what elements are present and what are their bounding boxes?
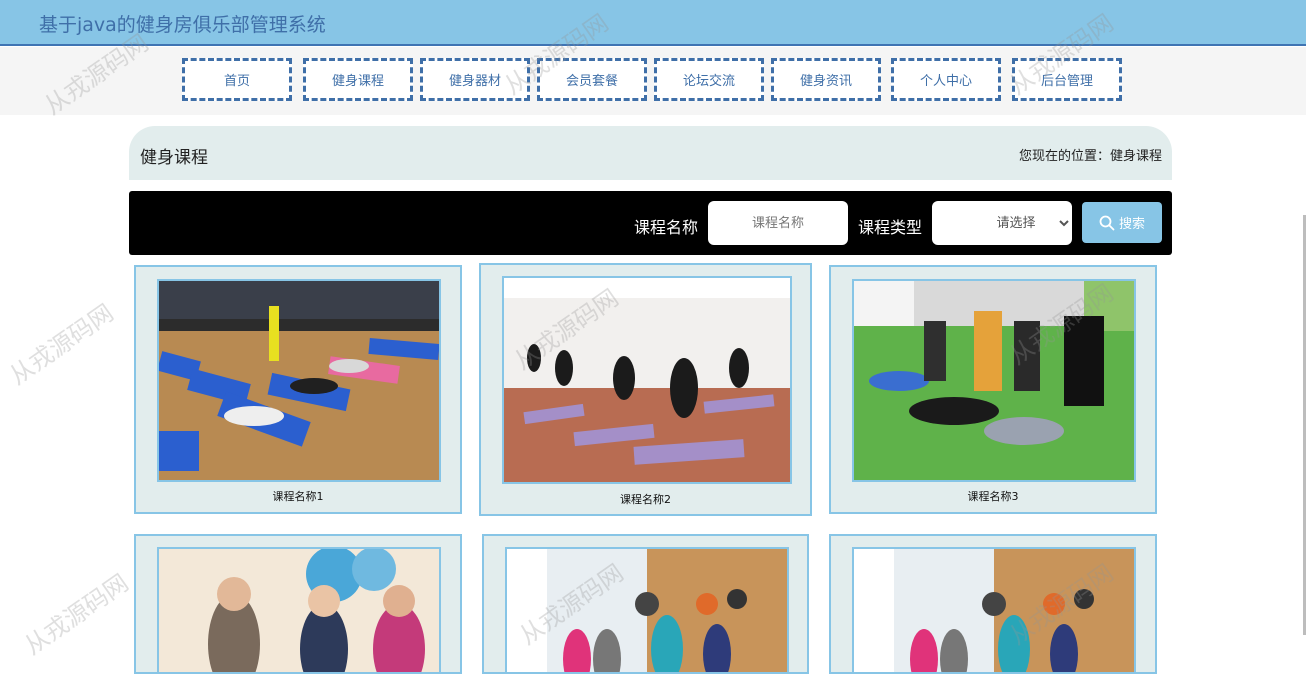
nav-item-equipment[interactable]: 健身器材 xyxy=(420,58,530,101)
app-title: 基于java的健身房俱乐部管理系统 xyxy=(39,14,326,36)
nav-item-courses[interactable]: 健身课程 xyxy=(303,58,413,101)
course-name-label: 课程名称 xyxy=(634,218,699,237)
course-photo-1 xyxy=(159,281,439,480)
course-card[interactable]: 课程名称2 xyxy=(479,263,812,516)
course-name[interactable]: 课程名称2 xyxy=(481,491,810,507)
nav-item-home[interactable]: 首页 xyxy=(182,58,292,101)
nav-item-news[interactable]: 健身资讯 xyxy=(771,58,881,101)
course-photo-6 xyxy=(854,549,1134,672)
course-name[interactable]: 课程名称3 xyxy=(831,488,1155,504)
course-type-label: 课程类型 xyxy=(858,218,923,237)
breadcrumb-panel: 健身课程 您现在的位置：健身课程 xyxy=(129,126,1172,180)
top-header: 基于java的健身房俱乐部管理系统 xyxy=(0,0,1306,46)
search-button[interactable]: 搜索 xyxy=(1082,202,1162,243)
course-card[interactable] xyxy=(829,534,1157,674)
course-card[interactable]: 课程名称1 xyxy=(134,265,462,514)
course-photo-4 xyxy=(159,549,439,672)
course-name[interactable]: 课程名称1 xyxy=(136,488,460,504)
nav-item-forum[interactable]: 论坛交流 xyxy=(654,58,764,101)
nav-item-membership[interactable]: 会员套餐 xyxy=(537,58,647,101)
course-photo-5 xyxy=(507,549,787,672)
nav-item-profile[interactable]: 个人中心 xyxy=(891,58,1001,101)
course-image[interactable] xyxy=(505,547,789,672)
search-icon xyxy=(1099,215,1115,230)
course-name-input[interactable] xyxy=(708,201,848,245)
watermark: 从戎源码网 xyxy=(4,298,119,391)
course-image[interactable] xyxy=(502,276,792,484)
page-title: 健身课程 xyxy=(140,148,208,168)
search-button-label: 搜索 xyxy=(1118,217,1145,232)
course-image[interactable] xyxy=(852,547,1136,672)
course-photo-3 xyxy=(854,281,1134,480)
course-image[interactable] xyxy=(852,279,1136,482)
course-card[interactable] xyxy=(134,534,462,674)
course-image[interactable] xyxy=(157,547,441,672)
breadcrumb: 您现在的位置：健身课程 xyxy=(1018,149,1162,164)
nav-item-admin[interactable]: 后台管理 xyxy=(1012,58,1122,101)
main-nav: 首页 健身课程 健身器材 会员套餐 论坛交流 健身资讯 个人中心 后台管理 xyxy=(0,47,1306,115)
course-card[interactable] xyxy=(482,534,809,674)
course-card[interactable]: 课程名称3 xyxy=(829,265,1157,514)
course-image[interactable] xyxy=(157,279,441,482)
watermark: 从戎源码网 xyxy=(19,568,134,661)
course-type-select[interactable]: 请选择 xyxy=(932,201,1072,245)
course-photo-2 xyxy=(504,278,790,482)
search-bar: 课程名称 课程类型 请选择 搜索 xyxy=(129,191,1172,255)
